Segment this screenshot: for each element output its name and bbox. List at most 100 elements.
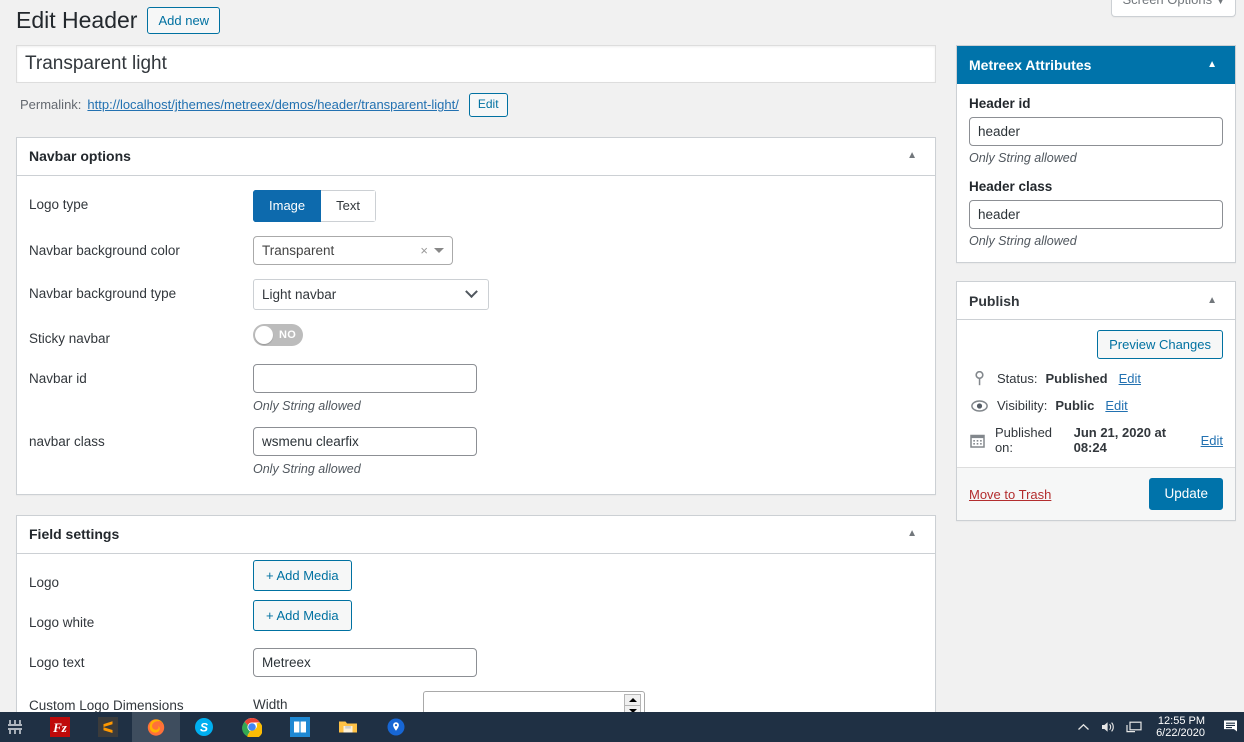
logo-type-label: Logo type xyxy=(29,196,89,212)
status-value: Published xyxy=(1045,371,1108,386)
editor-columns: Permalink: http://localhost/jthemes/metr… xyxy=(0,45,1244,742)
publish-footer: Move to Trash Update xyxy=(957,467,1235,521)
taskbar-item-filezilla[interactable]: Fz xyxy=(36,712,84,742)
calendar-icon xyxy=(969,433,987,448)
screen-options-wrap: Screen Options ▼ xyxy=(1111,0,1236,17)
published-on-label: Published on: xyxy=(994,425,1053,455)
logo-type-control: Image Text xyxy=(253,189,923,222)
sticky-navbar-label: Sticky navbar xyxy=(29,330,111,346)
permalink-edit-button[interactable]: Edit xyxy=(468,93,508,117)
navbar-bg-type-control: Light navbar xyxy=(253,278,923,310)
navbar-id-control: Only String allowed xyxy=(253,363,923,413)
logo-white-control: + Add Media xyxy=(253,599,923,631)
header-id-input[interactable] xyxy=(969,117,1223,146)
navbar-bg-color-control: Transparent × xyxy=(253,235,923,265)
move-to-trash-link[interactable]: Move to Trash xyxy=(969,487,1051,502)
navbar-bg-type-value: Light navbar xyxy=(262,286,337,302)
clock-time: 12:55 PM xyxy=(1157,715,1205,727)
taskbar-item-firefox[interactable] xyxy=(132,712,180,742)
monitor-icon[interactable] xyxy=(1126,720,1142,734)
navbar-class-help: Only String allowed xyxy=(253,461,361,476)
navbar-options-header[interactable]: Navbar options ▲ xyxy=(17,138,935,176)
header-id-help: Only String allowed xyxy=(969,151,1077,165)
windows-taskbar: Fz S 12:55 PM 6/22/2020 xyxy=(0,712,1244,742)
collapse-up-icon[interactable]: ▲ xyxy=(1201,292,1223,310)
clear-icon[interactable]: × xyxy=(414,243,434,258)
navbar-class-label: navbar class xyxy=(29,433,105,449)
collapse-up-icon[interactable]: ▲ xyxy=(1201,56,1223,74)
logo-white-label: Logo white xyxy=(29,614,95,630)
metreex-attributes-body: Header id Only String allowed Header cla… xyxy=(957,84,1235,262)
toggle-knob xyxy=(255,325,273,344)
published-on-edit-link[interactable]: Edit xyxy=(1201,433,1223,448)
field-row-logo: Logo + Add Media xyxy=(29,559,923,594)
logo-text-input[interactable] xyxy=(253,647,477,677)
logo-white-add-media-button[interactable]: + Add Media xyxy=(253,599,352,631)
field-row-navbar-id: Navbar id Only String allowed xyxy=(29,363,923,413)
collapse-up-icon[interactable]: ▲ xyxy=(901,147,923,165)
screen-options-button[interactable]: Screen Options ▼ xyxy=(1111,0,1236,17)
navbar-bg-color-label: Navbar background color xyxy=(29,242,180,258)
taskbar-item-sublime-text[interactable] xyxy=(84,712,132,742)
permalink-link[interactable]: http://localhost/jthemes/metreex/demos/h… xyxy=(87,97,458,112)
width-label: Width xyxy=(253,696,288,712)
publish-header[interactable]: Publish ▲ xyxy=(957,282,1235,320)
taskbar-item-chrome[interactable] xyxy=(228,712,276,742)
metreex-attributes-title: Metreex Attributes xyxy=(969,57,1092,73)
chevron-up-icon[interactable] xyxy=(1077,723,1090,732)
navbar-bg-type-select[interactable]: Light navbar xyxy=(253,278,489,310)
navbar-id-input[interactable] xyxy=(253,363,477,393)
header-class-help: Only String allowed xyxy=(969,234,1077,248)
field-row-navbar-bg-color: Navbar background color Transparent × xyxy=(29,235,923,265)
header-class-label: Header class xyxy=(969,179,1053,194)
visibility-label: Visibility: xyxy=(997,398,1048,413)
clock-date: 6/22/2020 xyxy=(1156,727,1205,739)
update-button[interactable]: Update xyxy=(1149,478,1223,511)
taskbar-item-file-explorer[interactable] xyxy=(324,712,372,742)
collapse-up-icon[interactable]: ▲ xyxy=(901,525,923,543)
logo-control: + Add Media xyxy=(253,559,923,591)
chevron-down-icon[interactable] xyxy=(434,247,444,253)
logo-type-option-image[interactable]: Image xyxy=(253,189,322,222)
taskbar-item-bookmark-app[interactable] xyxy=(276,712,324,742)
visibility-edit-link[interactable]: Edit xyxy=(1105,398,1127,413)
logo-text-label: Logo text xyxy=(29,654,85,670)
permalink-row: Permalink: http://localhost/jthemes/metr… xyxy=(16,93,936,117)
sticky-navbar-control: NO xyxy=(253,323,923,347)
header-class-input[interactable] xyxy=(969,200,1223,229)
logo-add-media-button[interactable]: + Add Media xyxy=(253,559,352,591)
chevron-down-icon: ▼ xyxy=(1216,0,1225,6)
preview-row: Preview Changes xyxy=(969,330,1223,359)
chrome-icon xyxy=(242,718,262,737)
location-pin-icon xyxy=(387,718,405,736)
sticky-navbar-toggle[interactable]: NO xyxy=(253,323,303,346)
notification-icon[interactable] xyxy=(1219,719,1238,736)
stepper-up-button[interactable] xyxy=(625,695,640,706)
taskbar-clock[interactable]: 12:55 PM 6/22/2020 xyxy=(1152,715,1209,739)
filezilla-icon: Fz xyxy=(50,717,70,737)
preview-changes-button[interactable]: Preview Changes xyxy=(1097,330,1223,359)
speaker-icon[interactable] xyxy=(1100,720,1116,734)
metreex-attributes-header[interactable]: Metreex Attributes ▲ xyxy=(957,46,1235,84)
status-edit-link[interactable]: Edit xyxy=(1119,371,1141,386)
logo-type-option-text[interactable]: Text xyxy=(321,189,376,222)
publish-actions: Preview Changes Status: Published Edit V… xyxy=(957,320,1235,467)
field-settings-header[interactable]: Field settings ▲ xyxy=(17,516,935,554)
navbar-class-input[interactable] xyxy=(253,426,477,456)
publish-box: Publish ▲ Preview Changes Status: Publis… xyxy=(956,281,1236,522)
taskbar-item-skype[interactable]: S xyxy=(180,712,228,742)
windows-start-icon[interactable] xyxy=(0,712,30,742)
folder-icon xyxy=(339,721,357,733)
published-on-row: Published on: Jun 21, 2020 at 08:24 Edit xyxy=(969,425,1223,455)
taskbar-item-maps[interactable] xyxy=(372,712,420,742)
add-new-button[interactable]: Add new xyxy=(147,7,221,34)
post-title-input[interactable] xyxy=(16,45,936,83)
navbar-bg-color-select[interactable]: Transparent × xyxy=(253,235,453,265)
system-tray: 12:55 PM 6/22/2020 xyxy=(1077,712,1244,742)
field-row-navbar-bg-type: Navbar background type Light navbar xyxy=(29,278,923,310)
svg-text:Fz: Fz xyxy=(52,720,68,735)
wordpress-admin-screen: Screen Options ▼ Edit Header Add new Perm… xyxy=(0,0,1244,742)
sticky-navbar-state: NO xyxy=(279,328,297,341)
field-settings-panel: Field settings ▲ Logo + Add Media Logo w… xyxy=(16,514,936,742)
header-id-label: Header id xyxy=(969,96,1031,111)
